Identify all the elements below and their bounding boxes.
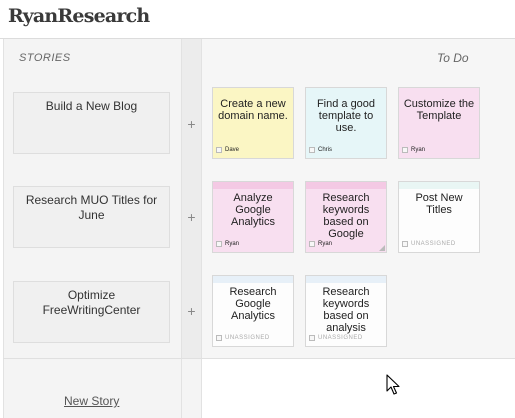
- owner-label: UNASSIGNED: [411, 241, 456, 247]
- task-text: Customize the Template: [403, 98, 475, 122]
- task-text: Analyze Google Analytics: [230, 192, 276, 228]
- owner-label: Ryan: [225, 241, 240, 247]
- checkbox-icon[interactable]: [309, 241, 315, 247]
- checkbox-icon[interactable]: [309, 335, 315, 341]
- task-card[interactable]: Customize the Template Ryan: [398, 87, 480, 159]
- card-color-strip: [213, 276, 293, 283]
- task-owner[interactable]: UNASSIGNED: [309, 332, 363, 344]
- card-color-strip: [306, 182, 386, 189]
- task-text: Post New Titles: [415, 192, 463, 216]
- checkbox-icon[interactable]: [402, 241, 408, 247]
- card-color-strip: [306, 276, 386, 283]
- add-task-button[interactable]: +: [181, 117, 202, 131]
- card-color-strip: [399, 182, 479, 189]
- task-card[interactable]: Research Google Analytics UNASSIGNED: [212, 275, 294, 347]
- add-task-button[interactable]: +: [181, 210, 202, 224]
- resize-handle-icon[interactable]: [379, 245, 385, 251]
- task-text: Find a good template to use.: [316, 98, 376, 134]
- story-card[interactable]: Build a New Blog: [13, 92, 170, 154]
- new-story-link[interactable]: New Story: [64, 394, 119, 408]
- task-card[interactable]: Analyze Google Analytics Ryan: [212, 181, 294, 253]
- task-owner[interactable]: Dave: [216, 144, 239, 156]
- story-card[interactable]: Research MUO Titles for June: [13, 186, 170, 248]
- checkbox-icon[interactable]: [402, 147, 408, 153]
- task-text: Research keywords based on Google: [322, 192, 370, 240]
- owner-label: Dave: [225, 147, 240, 153]
- owner-label: Ryan: [318, 241, 333, 247]
- owner-label: UNASSIGNED: [318, 335, 363, 341]
- task-owner[interactable]: Chris: [309, 144, 332, 156]
- stories-column-header: STORIES: [19, 52, 71, 64]
- checkbox-icon[interactable]: [309, 147, 315, 153]
- task-card[interactable]: Create a new domain name. Dave: [212, 87, 294, 159]
- owner-label: Ryan: [411, 147, 426, 153]
- todo-column-header: To Do: [437, 51, 469, 65]
- task-owner[interactable]: UNASSIGNED: [402, 238, 456, 250]
- task-text: Research Google Analytics: [229, 286, 277, 322]
- add-task-column-footer: [181, 359, 202, 418]
- owner-label: Chris: [318, 147, 333, 153]
- task-card[interactable]: Post New Titles UNASSIGNED: [398, 181, 480, 253]
- story-card[interactable]: Optimize FreeWritingCenter: [13, 281, 170, 343]
- owner-label: UNASSIGNED: [225, 335, 270, 341]
- task-owner[interactable]: Ryan: [216, 238, 239, 250]
- card-color-strip: [213, 182, 293, 189]
- task-owner[interactable]: Ryan: [309, 238, 332, 250]
- task-card[interactable]: Research keywords based on Google Ryan: [305, 181, 387, 253]
- todo-footer: [202, 359, 515, 418]
- checkbox-icon[interactable]: [216, 147, 222, 153]
- mouse-pointer-icon: [386, 374, 400, 395]
- task-text: Research keywords based on analysis: [322, 286, 370, 334]
- checkbox-icon[interactable]: [216, 335, 222, 341]
- task-card[interactable]: Research keywords based on analysis UNAS…: [305, 275, 387, 347]
- task-owner[interactable]: Ryan: [402, 144, 425, 156]
- app-logo: RyanResearch: [8, 5, 150, 27]
- add-task-button[interactable]: +: [181, 304, 202, 318]
- task-card[interactable]: Find a good template to use. Chris: [305, 87, 387, 159]
- checkbox-icon[interactable]: [216, 241, 222, 247]
- task-owner[interactable]: UNASSIGNED: [216, 332, 270, 344]
- task-text: Create a new domain name.: [218, 98, 288, 122]
